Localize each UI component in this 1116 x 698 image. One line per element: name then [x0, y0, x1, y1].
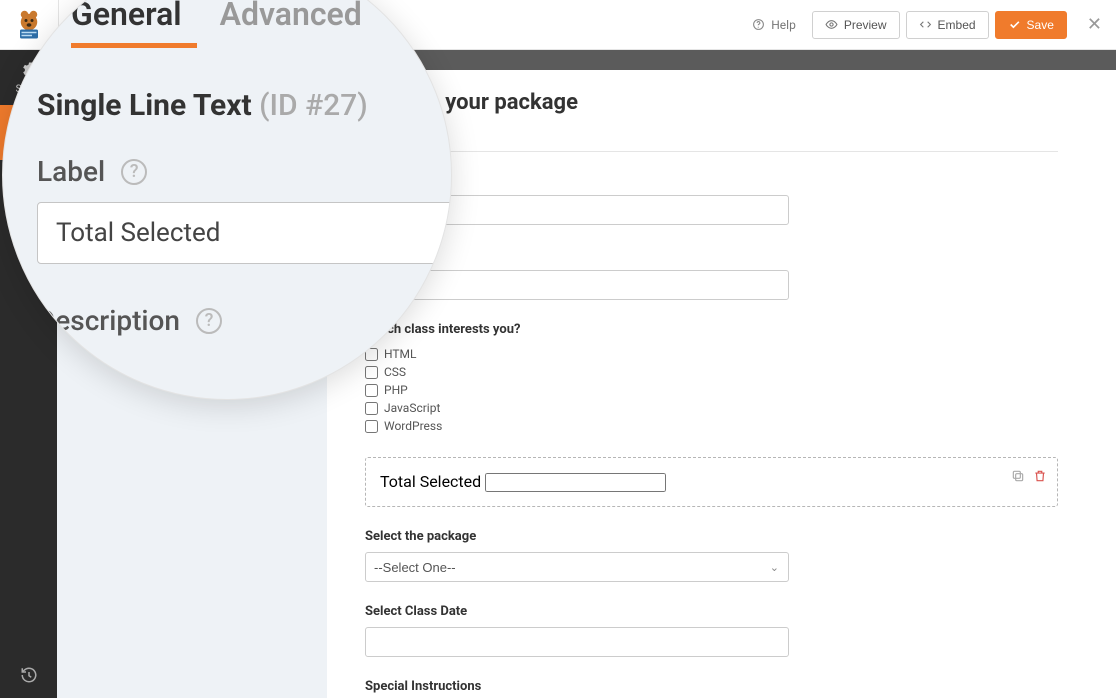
checkbox-row[interactable]: JavaScript [365, 399, 1058, 417]
field-label: Name [365, 172, 1058, 187]
preview-button[interactable]: Preview [812, 11, 900, 39]
checkbox[interactable] [365, 402, 378, 415]
checkbox-row[interactable]: CSS [365, 363, 1058, 381]
divider [365, 151, 1058, 152]
field-label: Select Class Date [365, 604, 1058, 619]
field-label: Which class interests you? [365, 322, 1058, 337]
embed-label: Embed [938, 18, 976, 32]
label-label: Label [37, 155, 105, 188]
history-icon [20, 666, 38, 684]
field-label: Total Selected [380, 472, 481, 491]
checkbox-label: CSS [384, 365, 406, 379]
checkbox-row[interactable]: PHP [365, 381, 1058, 399]
field-type-name: Single Line Text [37, 88, 252, 123]
package-select[interactable]: --Select One-- [365, 552, 789, 582]
field-class-date[interactable]: Select Class Date [365, 604, 1058, 657]
duplicate-icon[interactable] [1011, 468, 1025, 487]
label-row: Label ? [37, 155, 417, 188]
tab-advanced[interactable]: Advanced [220, 0, 362, 33]
help-icon[interactable]: ? [196, 308, 222, 334]
help-icon [752, 18, 765, 31]
preview-label: Preview [844, 18, 887, 32]
eye-icon [825, 18, 838, 31]
embed-button[interactable]: Embed [906, 11, 989, 39]
description-label: Description [37, 304, 180, 337]
field-id: (ID #27) [259, 88, 368, 123]
sidebar-history[interactable] [0, 652, 57, 698]
save-button[interactable]: Save [995, 11, 1067, 39]
total-selected-input[interactable] [485, 473, 666, 492]
checkbox-label: WordPress [384, 419, 442, 433]
page-description: description [365, 119, 1058, 133]
help-icon[interactable]: ? [121, 159, 147, 185]
magnifier-overlay: General Advanced Single Line Text (ID #2… [2, 0, 452, 400]
checkbox-label: JavaScript [384, 401, 440, 415]
checkbox-label: PHP [384, 383, 408, 397]
field-label: Special Instructions [365, 679, 1058, 694]
field-email[interactable]: Email [365, 247, 1058, 300]
class-date-input[interactable] [365, 627, 789, 657]
label-input[interactable]: Total Selected [37, 202, 452, 264]
field-label: Email [365, 247, 1058, 262]
help-link[interactable]: Help [752, 18, 796, 32]
label-input-value: Total Selected [56, 218, 220, 248]
app-logo [14, 10, 44, 40]
field-total-selected[interactable]: Total Selected [365, 457, 1058, 507]
checkbox-row[interactable]: HTML [365, 345, 1058, 363]
check-icon [1008, 18, 1021, 31]
checkbox[interactable] [365, 420, 378, 433]
field-type-title: Single Line Text (ID #27) [37, 58, 417, 129]
save-label: Save [1027, 18, 1054, 32]
tab-general[interactable]: General [71, 0, 182, 33]
field-class[interactable]: Which class interests you? HTML CSS PHP … [365, 322, 1058, 435]
field-name[interactable]: Name [365, 172, 1058, 225]
checkbox[interactable] [365, 384, 378, 397]
field-label: Select the package [365, 529, 1058, 544]
class-checkboxes: HTML CSS PHP JavaScript WordPress [365, 345, 1058, 435]
code-icon [919, 18, 932, 31]
close-icon[interactable]: ✕ [1087, 14, 1102, 35]
field-package[interactable]: Select the package --Select One-- ⌄ [365, 529, 1058, 582]
checkbox[interactable] [365, 366, 378, 379]
checkbox-label: HTML [384, 347, 417, 361]
help-label: Help [771, 18, 796, 32]
description-row: Description ? [37, 304, 417, 337]
checkbox-row[interactable]: WordPress [365, 417, 1058, 435]
trash-icon[interactable] [1033, 468, 1047, 487]
page-title: Choose your package [365, 90, 1058, 115]
field-special-instructions[interactable]: Special Instructions [365, 679, 1058, 694]
